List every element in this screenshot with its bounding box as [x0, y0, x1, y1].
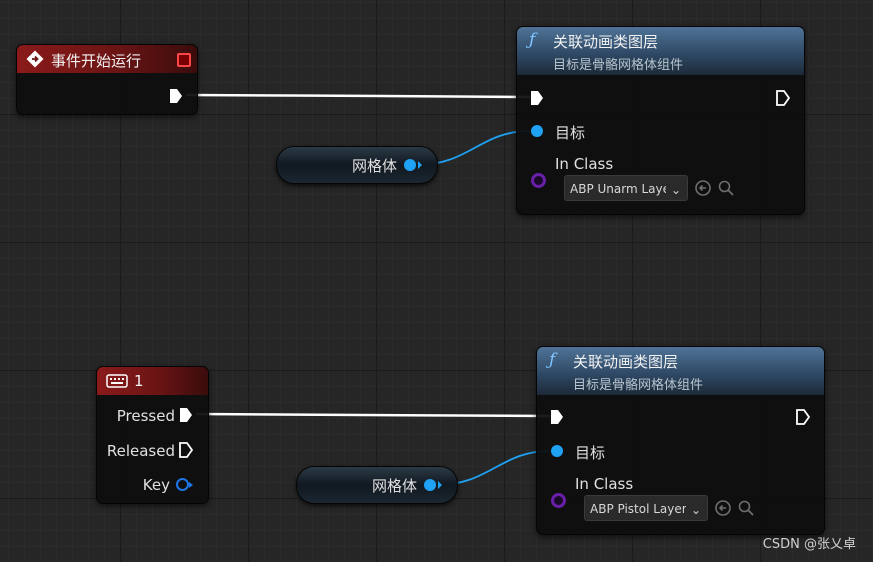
target-pin-label: 目标 — [555, 124, 586, 142]
mesh-output-pin[interactable] — [424, 479, 436, 491]
stop-icon — [177, 53, 191, 67]
use-selected-asset-icon[interactable] — [714, 499, 732, 517]
chevron-down-icon: ⌄ — [670, 183, 681, 197]
in-class-value: ABP Pistol Layer — [590, 502, 686, 516]
in-class-dropdown[interactable]: ABP Pistol Layer ⌄ — [584, 495, 708, 521]
event-node-header[interactable]: 事件开始运行 — [17, 45, 197, 73]
target-input-pin[interactable] — [551, 445, 563, 457]
pin-arrow-icon — [418, 161, 422, 169]
function-node-header[interactable]: ƒ 关联动画类图层 目标是骨骼网格体组件 — [537, 347, 824, 395]
in-class-pin-label: In Class — [555, 155, 614, 173]
key-event-title: 1 — [134, 372, 144, 390]
keyboard-icon — [106, 374, 128, 388]
event-begin-play-node[interactable]: 事件开始运行 — [16, 44, 198, 115]
browse-search-icon[interactable] — [737, 499, 755, 517]
function-node-subtitle: 目标是骨骼网格体组件 — [573, 378, 704, 393]
exec-wire-2 — [195, 412, 551, 418]
function-icon: ƒ — [549, 350, 556, 370]
event-node-title: 事件开始运行 — [51, 52, 142, 70]
exec-output-pin[interactable] — [795, 408, 811, 426]
pressed-pin-label: Pressed — [116, 407, 175, 425]
event-diamond-icon — [26, 50, 44, 68]
in-class-pin-label: In Class — [575, 475, 634, 493]
function-node-subtitle: 目标是骨骼网格体组件 — [553, 58, 684, 73]
in-class-value: ABP Unarm Layer — [570, 182, 666, 196]
exec-input-pin[interactable] — [549, 408, 565, 426]
link-anim-class-layers-node-1[interactable]: ƒ 关联动画类图层 目标是骨骼网格体组件 目标 In Class ABP Una… — [516, 26, 805, 215]
mesh-variable-node-1[interactable]: 网格体 — [276, 146, 438, 184]
function-node-header[interactable]: ƒ 关联动画类图层 目标是骨骼网格体组件 — [517, 27, 804, 75]
function-node-title: 关联动画类图层 — [553, 33, 659, 51]
pressed-exec-pin[interactable] — [178, 406, 194, 424]
function-icon: ƒ — [529, 30, 536, 50]
use-selected-asset-icon[interactable] — [694, 179, 712, 197]
exec-output-pin[interactable] — [168, 87, 184, 105]
chevron-down-icon: ⌄ — [690, 503, 701, 517]
key-output-pin[interactable] — [176, 478, 193, 491]
in-class-input-pin[interactable] — [551, 493, 566, 508]
watermark: CSDN @张乂卓 — [762, 537, 856, 552]
in-class-input-pin[interactable] — [531, 173, 546, 188]
key-pin-label: Key — [142, 476, 170, 494]
link-anim-class-layers-node-2[interactable]: ƒ 关联动画类图层 目标是骨骼网格体组件 目标 In Class ABP Pis… — [536, 346, 825, 535]
released-exec-pin[interactable] — [178, 441, 194, 459]
target-input-pin[interactable] — [531, 125, 543, 137]
in-class-dropdown[interactable]: ABP Unarm Layer ⌄ — [564, 175, 688, 201]
mesh-variable-node-2[interactable]: 网格体 — [296, 466, 458, 504]
browse-search-icon[interactable] — [717, 179, 735, 197]
key-event-header[interactable]: 1 — [97, 367, 208, 395]
target-pin-label: 目标 — [575, 444, 606, 462]
exec-output-pin[interactable] — [775, 89, 791, 107]
mesh-output-pin[interactable] — [404, 159, 416, 171]
keyboard-1-event-node[interactable]: 1 Pressed Released Key — [96, 366, 209, 504]
pin-arrow-icon — [438, 481, 442, 489]
exec-input-pin[interactable] — [529, 89, 545, 107]
exec-wire-1 — [185, 93, 531, 99]
mesh-variable-label: 网格体 — [352, 157, 398, 175]
released-pin-label: Released — [106, 442, 175, 460]
function-node-title: 关联动画类图层 — [573, 353, 679, 371]
mesh-variable-label: 网格体 — [372, 477, 418, 495]
